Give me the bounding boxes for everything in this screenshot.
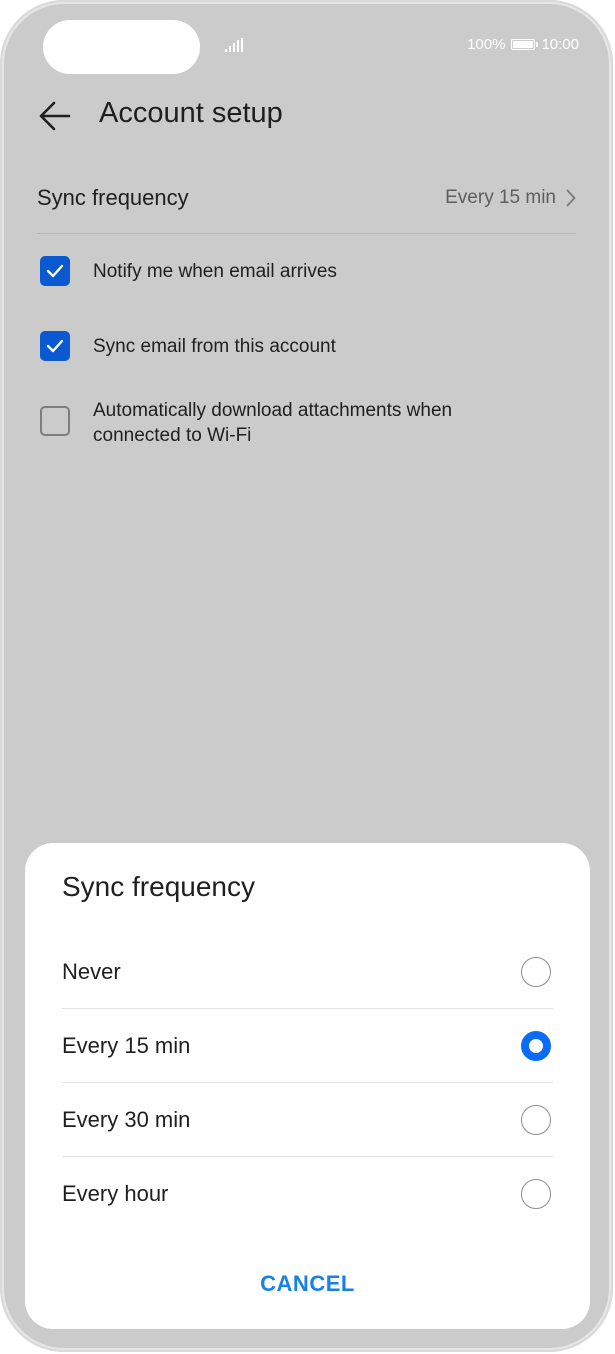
sync-frequency-row[interactable]: Sync frequency Every 15 min <box>37 162 576 234</box>
choice-label: Every 15 min <box>62 1032 191 1058</box>
check-icon <box>46 264 64 278</box>
sync-frequency-label: Sync frequency <box>37 184 189 210</box>
auto-download-checkbox[interactable] <box>40 406 70 436</box>
sync-email-checkbox[interactable] <box>40 331 70 361</box>
battery-percent: 100% <box>467 36 506 53</box>
sync-frequency-value: Every 15 min <box>445 187 576 209</box>
notify-label: Notify me when email arrives <box>93 261 337 282</box>
radio-unselected-icon[interactable] <box>521 1179 551 1209</box>
choice-every-15-min[interactable]: Every 15 min <box>62 1009 553 1083</box>
auto-download-label: Automatically download attachments when … <box>93 400 453 446</box>
choice-label: Never <box>62 958 121 984</box>
choice-label: Every 30 min <box>62 1106 191 1132</box>
dialog-title: Sync frequency <box>62 871 255 902</box>
check-icon <box>46 339 64 353</box>
signal-icon <box>225 38 243 52</box>
radio-selected-icon[interactable] <box>521 1030 551 1061</box>
radio-unselected-icon[interactable] <box>521 956 551 987</box>
clock: 10:00 <box>541 36 579 53</box>
auto-download-option[interactable]: Automatically download attachments when … <box>40 398 573 448</box>
chevron-right-icon <box>566 189 576 206</box>
radio-unselected-icon[interactable] <box>521 1104 551 1135</box>
camera-cutout <box>43 20 200 74</box>
choice-every-hour[interactable]: Every hour <box>62 1157 553 1231</box>
choice-never[interactable]: Never <box>62 935 553 1009</box>
cancel-button[interactable]: CANCEL <box>25 1271 590 1297</box>
page-title: Account setup <box>99 97 283 129</box>
sync-frequency-current: Every 15 min <box>445 186 556 208</box>
sync-email-label: Sync email from this account <box>93 336 336 357</box>
notify-option[interactable]: Notify me when email arrives <box>40 256 573 286</box>
choice-every-30-min[interactable]: Every 30 min <box>62 1083 553 1157</box>
phone-screen: 100% 10:00 Account setup Sync frequency … <box>0 0 613 1352</box>
choice-label: Every hour <box>62 1181 169 1206</box>
sync-frequency-dialog: Sync frequency Never Every 15 min Every … <box>25 843 590 1329</box>
sync-email-option[interactable]: Sync email from this account <box>40 331 573 361</box>
notify-checkbox[interactable] <box>40 256 70 286</box>
battery-icon <box>511 39 539 50</box>
status-right: 100% 10:00 <box>467 36 579 53</box>
back-arrow-icon[interactable] <box>38 100 72 132</box>
